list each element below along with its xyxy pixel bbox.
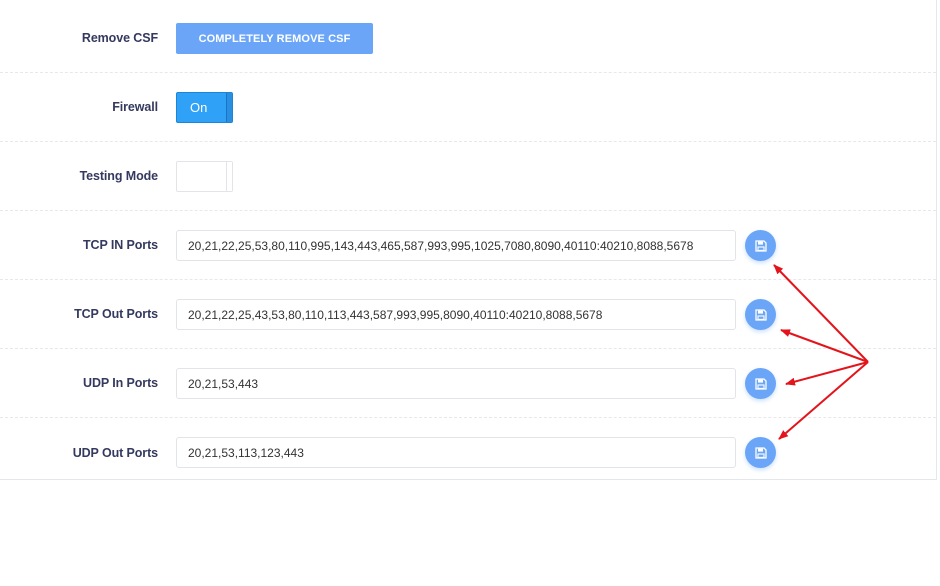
udp-in-ports-save-button[interactable] [745, 368, 776, 399]
testing-mode-label: Testing Mode [79, 169, 159, 183]
row-testing-mode: Testing Mode [0, 142, 936, 211]
udp-out-ports-save-button[interactable] [745, 437, 776, 468]
save-icon [754, 308, 767, 321]
tcp-in-ports-label: TCP IN Ports [83, 238, 158, 252]
udp-in-ports-label: UDP In Ports [83, 376, 158, 390]
testing-mode-toggle[interactable] [176, 161, 233, 192]
tcp-out-ports-label: TCP Out Ports [74, 307, 158, 321]
testing-mode-toggle-knob [226, 162, 232, 191]
firewall-label: Firewall [112, 100, 158, 114]
save-icon [754, 377, 767, 390]
tcp-out-ports-input[interactable] [176, 299, 736, 330]
row-remove-csf: Remove CSF [0, 4, 936, 73]
tcp-in-ports-save-button[interactable] [745, 230, 776, 261]
firewall-toggle-state: On [190, 100, 208, 115]
save-icon [754, 239, 767, 252]
firewall-toggle-knob [226, 93, 232, 122]
completely-remove-csf-button[interactable]: COMPLETELY REMOVE CSF [176, 23, 373, 54]
udp-out-ports-label: UDP Out Ports [72, 445, 158, 460]
tcp-in-ports-input[interactable] [176, 230, 736, 261]
settings-panel: Remove CSF COMPLETELY REMOVE CSF Firewal… [0, 0, 937, 480]
firewall-toggle[interactable]: On [176, 92, 233, 123]
remove-csf-label: Remove CSF [81, 31, 158, 45]
udp-in-ports-input[interactable] [176, 368, 736, 399]
tcp-out-ports-save-button[interactable] [745, 299, 776, 330]
save-icon [754, 446, 767, 459]
udp-out-ports-input[interactable] [176, 437, 736, 468]
row-firewall: Firewall [0, 73, 936, 142]
